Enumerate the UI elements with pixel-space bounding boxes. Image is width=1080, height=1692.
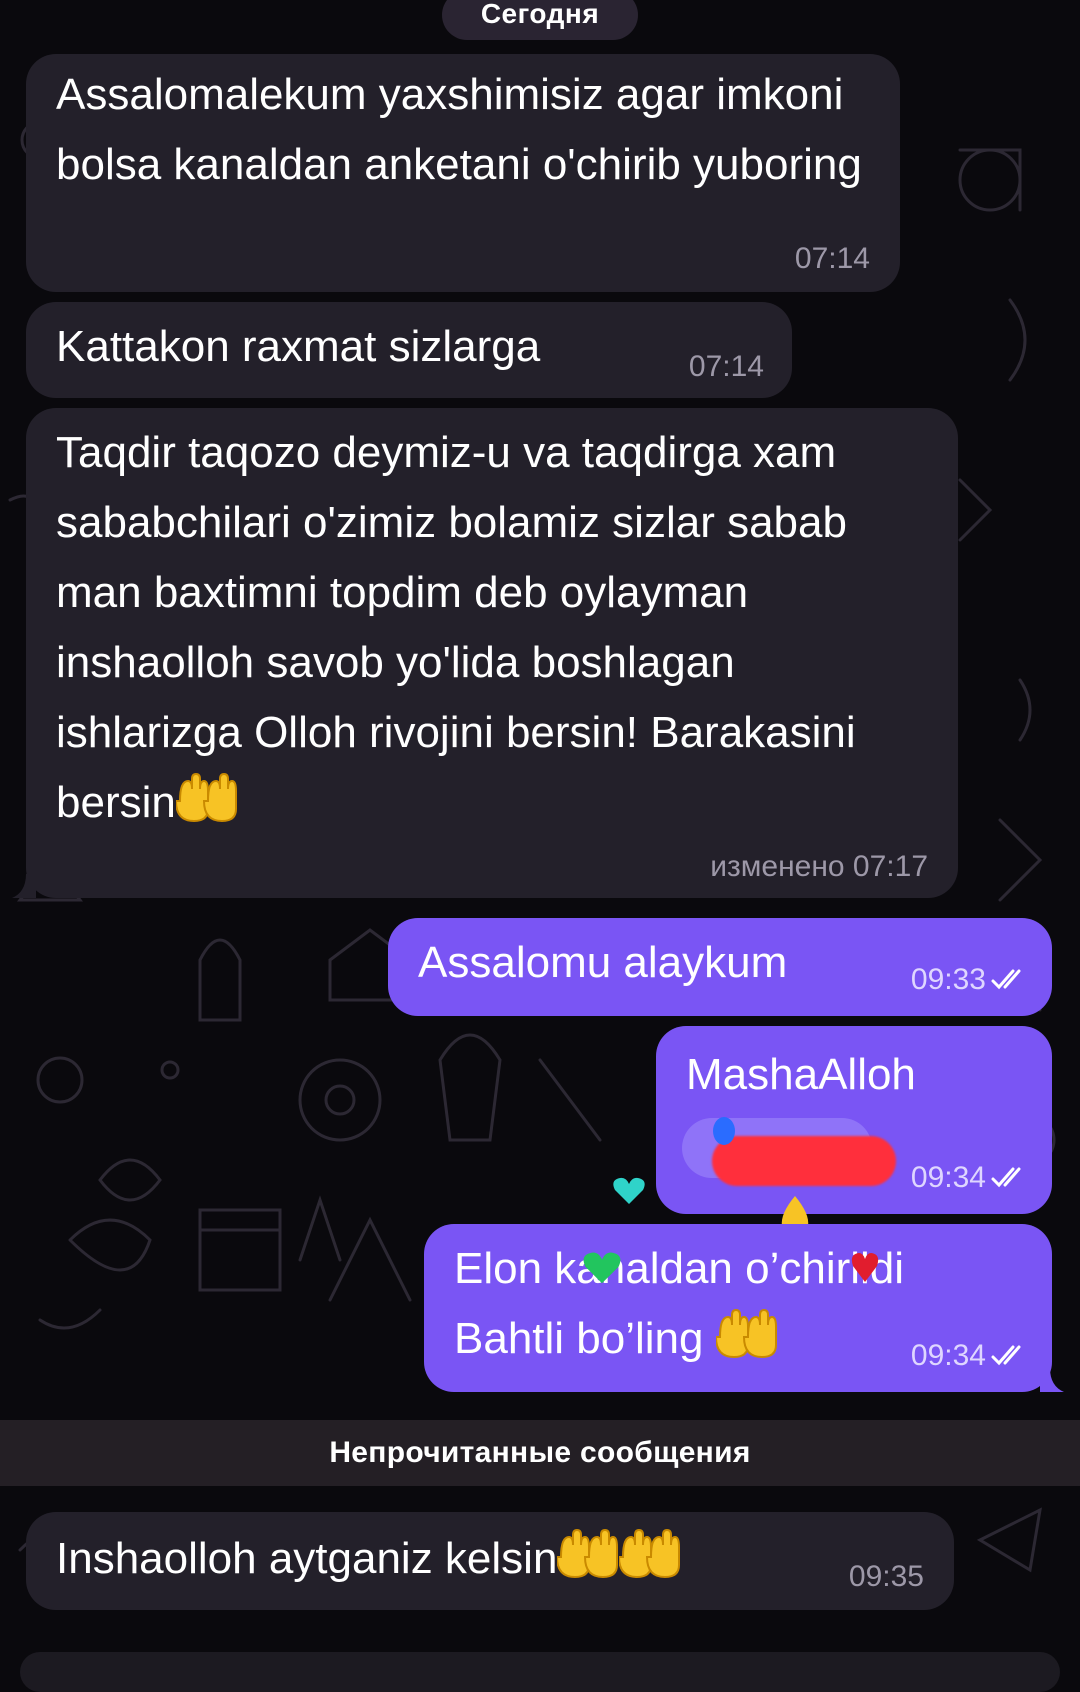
message-time: 07:14 [794, 242, 870, 275]
message-time: 09:35 [848, 1560, 924, 1593]
bubble-tail [12, 874, 36, 898]
incoming-message[interactable]: Taqdir taqozo deymiz-u va taqdirga xam s… [26, 408, 958, 898]
redaction-mark [712, 1136, 896, 1186]
message-text: MashaAlloh [686, 1050, 916, 1099]
incoming-message[interactable]: Assalomalekum yaxshimisiz agar imkoni bo… [26, 54, 900, 292]
double-check-icon [990, 1344, 1030, 1374]
message-text: Inshaolloh aytganiz kelsin [56, 1518, 926, 1600]
message-text: Taqdir taqozo deymiz-u va taqdirga xam s… [56, 414, 926, 844]
raising-hands-emoji [714, 1308, 778, 1380]
date-separator: Сегодня [442, 0, 638, 40]
double-check-icon [990, 968, 1030, 998]
red-heart-icon [851, 1253, 879, 1282]
unread-messages-separator: Непрочитанные сообщения [0, 1420, 1080, 1486]
message-input-bar[interactable] [20, 1652, 1060, 1692]
message-text: Kattakon raxmat sizlarga [56, 322, 541, 371]
double-check-icon [990, 1166, 1030, 1196]
incoming-message[interactable]: Inshaolloh aytganiz kelsin 09:35 [26, 1512, 954, 1610]
message-time: изменено 07:17 [710, 850, 928, 883]
bubble-tail [1040, 1368, 1064, 1392]
incoming-message[interactable]: Kattakon raxmat sizlarga 07:14 [26, 302, 792, 398]
outgoing-message[interactable]: Elon kanaldan o’chirildi Bahtli bo’ling … [424, 1224, 1052, 1392]
blue-heart-icon [713, 1117, 735, 1145]
raising-hands-emoji [618, 1528, 681, 1600]
cyan-heart-icon [613, 1177, 645, 1204]
message-text-line: Elon kanaldan o’chirildi [454, 1244, 905, 1293]
message-time: 09:34 [911, 1341, 1030, 1374]
message-time: 09:34 [911, 1163, 1030, 1196]
outgoing-message[interactable]: Assalomu alaykum 09:33 [388, 918, 1052, 1016]
message-time: 09:33 [911, 965, 1030, 998]
green-heart-icon [583, 1252, 621, 1284]
message-text: Assalomalekum yaxshimisiz agar imkoni bo… [56, 70, 862, 189]
raising-hands-emoji [556, 1528, 619, 1600]
message-time: 07:14 [688, 350, 764, 383]
raising-hands-emoji [174, 772, 238, 844]
